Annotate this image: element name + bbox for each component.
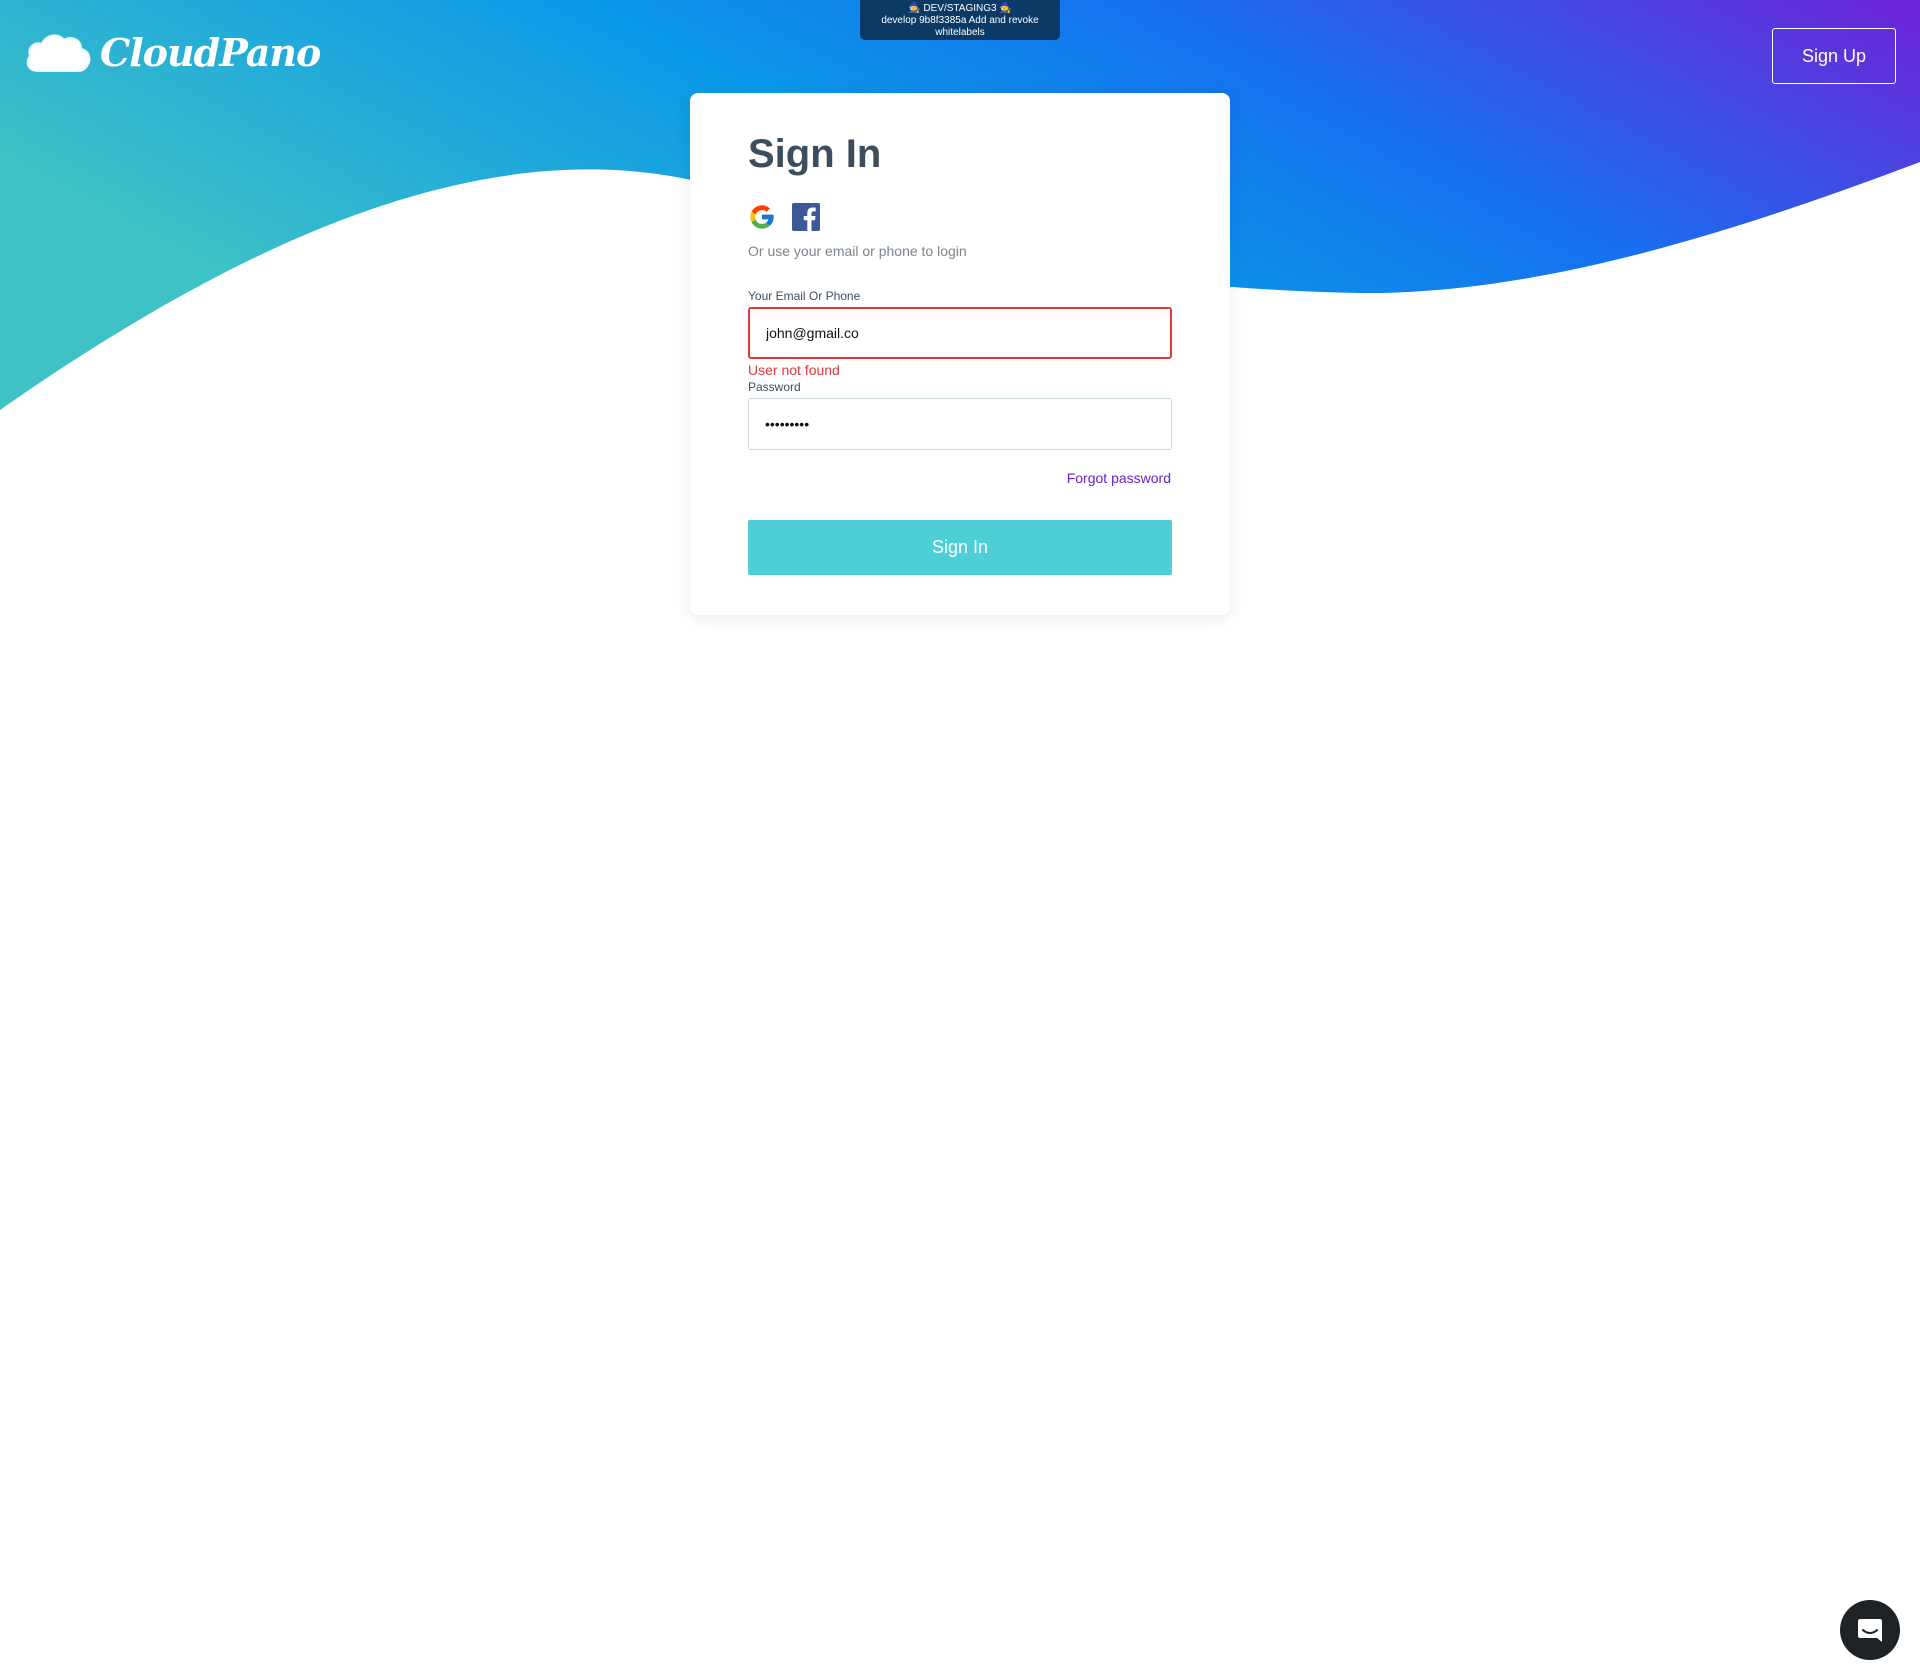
sign-in-button[interactable]: Sign In <box>748 520 1172 575</box>
facebook-login-button[interactable] <box>792 203 820 231</box>
cloud-logo-icon <box>26 33 91 72</box>
alternative-login-text: Or use your email or phone to login <box>748 243 967 259</box>
email-field[interactable] <box>748 307 1172 359</box>
facebook-icon <box>792 203 820 231</box>
sign-in-card: Sign In Or use your email or phone to lo… <box>690 93 1230 615</box>
page-title: Sign In <box>748 132 882 176</box>
logo-text: CloudPano <box>100 30 321 75</box>
dev-banner-commit: develop 9b8f3385a Add and revoke <box>881 15 1039 26</box>
password-field-label: Password <box>748 380 801 394</box>
dev-banner-env: 🧙 DEV/STAGING3 🧙 <box>908 3 1012 14</box>
password-field[interactable] <box>748 398 1172 450</box>
google-icon <box>750 205 774 229</box>
forgot-password-link[interactable]: Forgot password <box>748 470 1171 486</box>
logo[interactable]: CloudPano <box>24 30 321 75</box>
chat-launcher-button[interactable] <box>1840 1600 1900 1660</box>
sign-up-button[interactable]: Sign Up <box>1772 28 1896 84</box>
dev-environment-banner: 🧙 DEV/STAGING3 🧙 develop 9b8f3385a Add a… <box>860 0 1060 40</box>
dev-banner-commit-cont: whitelabels <box>935 27 985 38</box>
email-field-label: Your Email Or Phone <box>748 289 861 303</box>
social-login-group <box>748 203 1171 231</box>
email-error-message: User not found <box>748 362 840 378</box>
google-login-button[interactable] <box>748 203 776 231</box>
chat-icon <box>1858 1619 1882 1642</box>
